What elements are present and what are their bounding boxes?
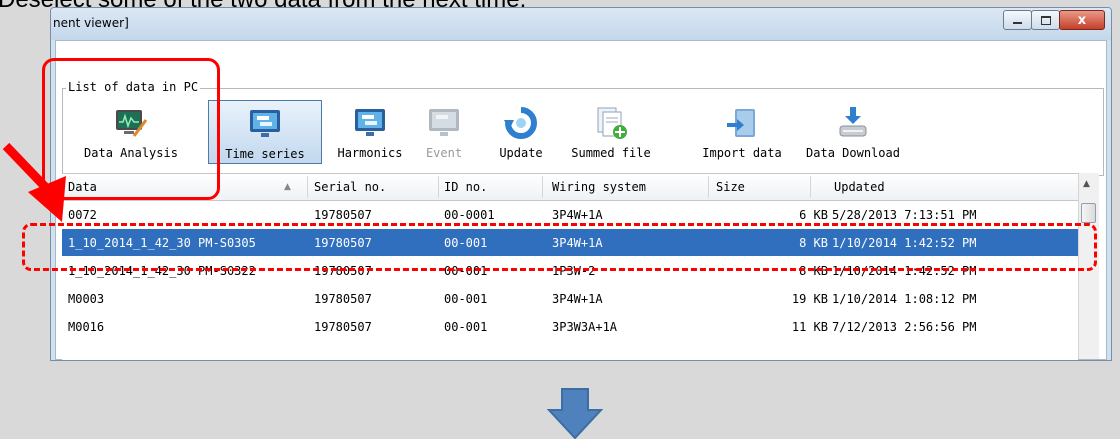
- highlight-dashed-selected-row: [22, 223, 1097, 271]
- column-header-wiring[interactable]: Wiring system: [552, 180, 646, 194]
- column-separator[interactable]: [810, 176, 811, 198]
- table-row[interactable]: M0016 19780507 00-001 3P3W3A+1A 11 KB 7/…: [62, 313, 1078, 340]
- cell-id: 00-001: [444, 320, 488, 334]
- import-icon: [727, 109, 755, 137]
- refresh-icon: [504, 107, 537, 139]
- add-file-icon: [597, 107, 627, 139]
- cell-wiring: 3P4W+1A: [552, 208, 603, 222]
- column-header-serial[interactable]: Serial no.: [314, 180, 386, 194]
- title-bar[interactable]: nent viewer] x: [51, 8, 1111, 40]
- column-separator[interactable]: [438, 176, 439, 198]
- minimize-icon: [1013, 22, 1022, 24]
- cell-size: 19 KB: [791, 292, 828, 306]
- cell-updated: 1/10/2014 1:08:12 PM: [832, 292, 977, 306]
- cell-size: 6 KB: [799, 208, 828, 222]
- event-label: Event: [425, 146, 463, 160]
- maximize-button[interactable]: [1031, 10, 1060, 30]
- harmonics-label: Harmonics: [337, 146, 403, 160]
- download-icon: [839, 107, 867, 137]
- column-header-id[interactable]: ID no.: [444, 180, 487, 194]
- cell-data: M0003: [68, 292, 105, 306]
- table-row[interactable]: M0003 19780507 00-001 3P4W+1A 19 KB 1/10…: [62, 285, 1078, 312]
- scroll-thumb[interactable]: [1081, 203, 1096, 223]
- scroll-up-icon[interactable]: ▲: [1083, 179, 1090, 189]
- cell-serial: 19780507: [314, 292, 372, 306]
- column-header-updated[interactable]: Updated: [834, 180, 885, 194]
- column-separator[interactable]: [708, 176, 709, 198]
- summed-file-label: Summed file: [571, 146, 651, 160]
- monitor-icon: [429, 109, 459, 136]
- column-header-size[interactable]: Size: [716, 180, 745, 194]
- import-data-button[interactable]: Import data: [692, 100, 792, 164]
- cell-wiring: 3P3W3A+1A: [552, 320, 618, 334]
- column-separator[interactable]: [542, 176, 543, 198]
- monitor-icon: [355, 109, 385, 136]
- cell-serial: 19780507: [314, 208, 372, 222]
- cell-updated: 7/12/2013 2:56:56 PM: [832, 320, 977, 334]
- red-pointer-arrow-icon: [2, 142, 66, 222]
- import-data-label: Import data: [702, 146, 782, 160]
- update-button[interactable]: Update: [486, 100, 556, 164]
- minimize-button[interactable]: [1003, 10, 1032, 30]
- sort-ascending-icon: ▲: [284, 182, 291, 192]
- cell-id: 00-001: [444, 292, 488, 306]
- cell-size: 11 KB: [791, 320, 828, 334]
- time-series-label: Time series: [225, 147, 305, 161]
- close-icon: x: [1077, 12, 1087, 28]
- time-series-button[interactable]: Time series: [208, 100, 322, 164]
- column-separator[interactable]: [307, 176, 308, 198]
- event-button[interactable]: Event: [416, 100, 472, 164]
- cell-updated: 5/28/2013 7:13:51 PM: [832, 208, 977, 222]
- close-button[interactable]: x: [1059, 10, 1105, 30]
- cell-wiring: 3P4W+1A: [552, 292, 603, 306]
- update-label: Update: [499, 146, 543, 160]
- cell-data: M0016: [68, 320, 105, 334]
- cell-id: 00-0001: [444, 208, 495, 222]
- table-row-partial[interactable]: [62, 341, 1078, 360]
- window-controls: x: [1003, 10, 1105, 30]
- monitor-icon: [250, 110, 280, 137]
- down-arrow-icon: [547, 388, 603, 439]
- harmonics-button[interactable]: Harmonics: [324, 100, 416, 164]
- data-download-label: Data Download: [806, 146, 900, 160]
- data-download-button[interactable]: Data Download: [796, 100, 910, 164]
- summed-file-button[interactable]: Summed file: [566, 100, 656, 164]
- cell-serial: 19780507: [314, 320, 372, 334]
- window-title: nent viewer]: [53, 16, 129, 30]
- maximize-icon: [1040, 15, 1051, 25]
